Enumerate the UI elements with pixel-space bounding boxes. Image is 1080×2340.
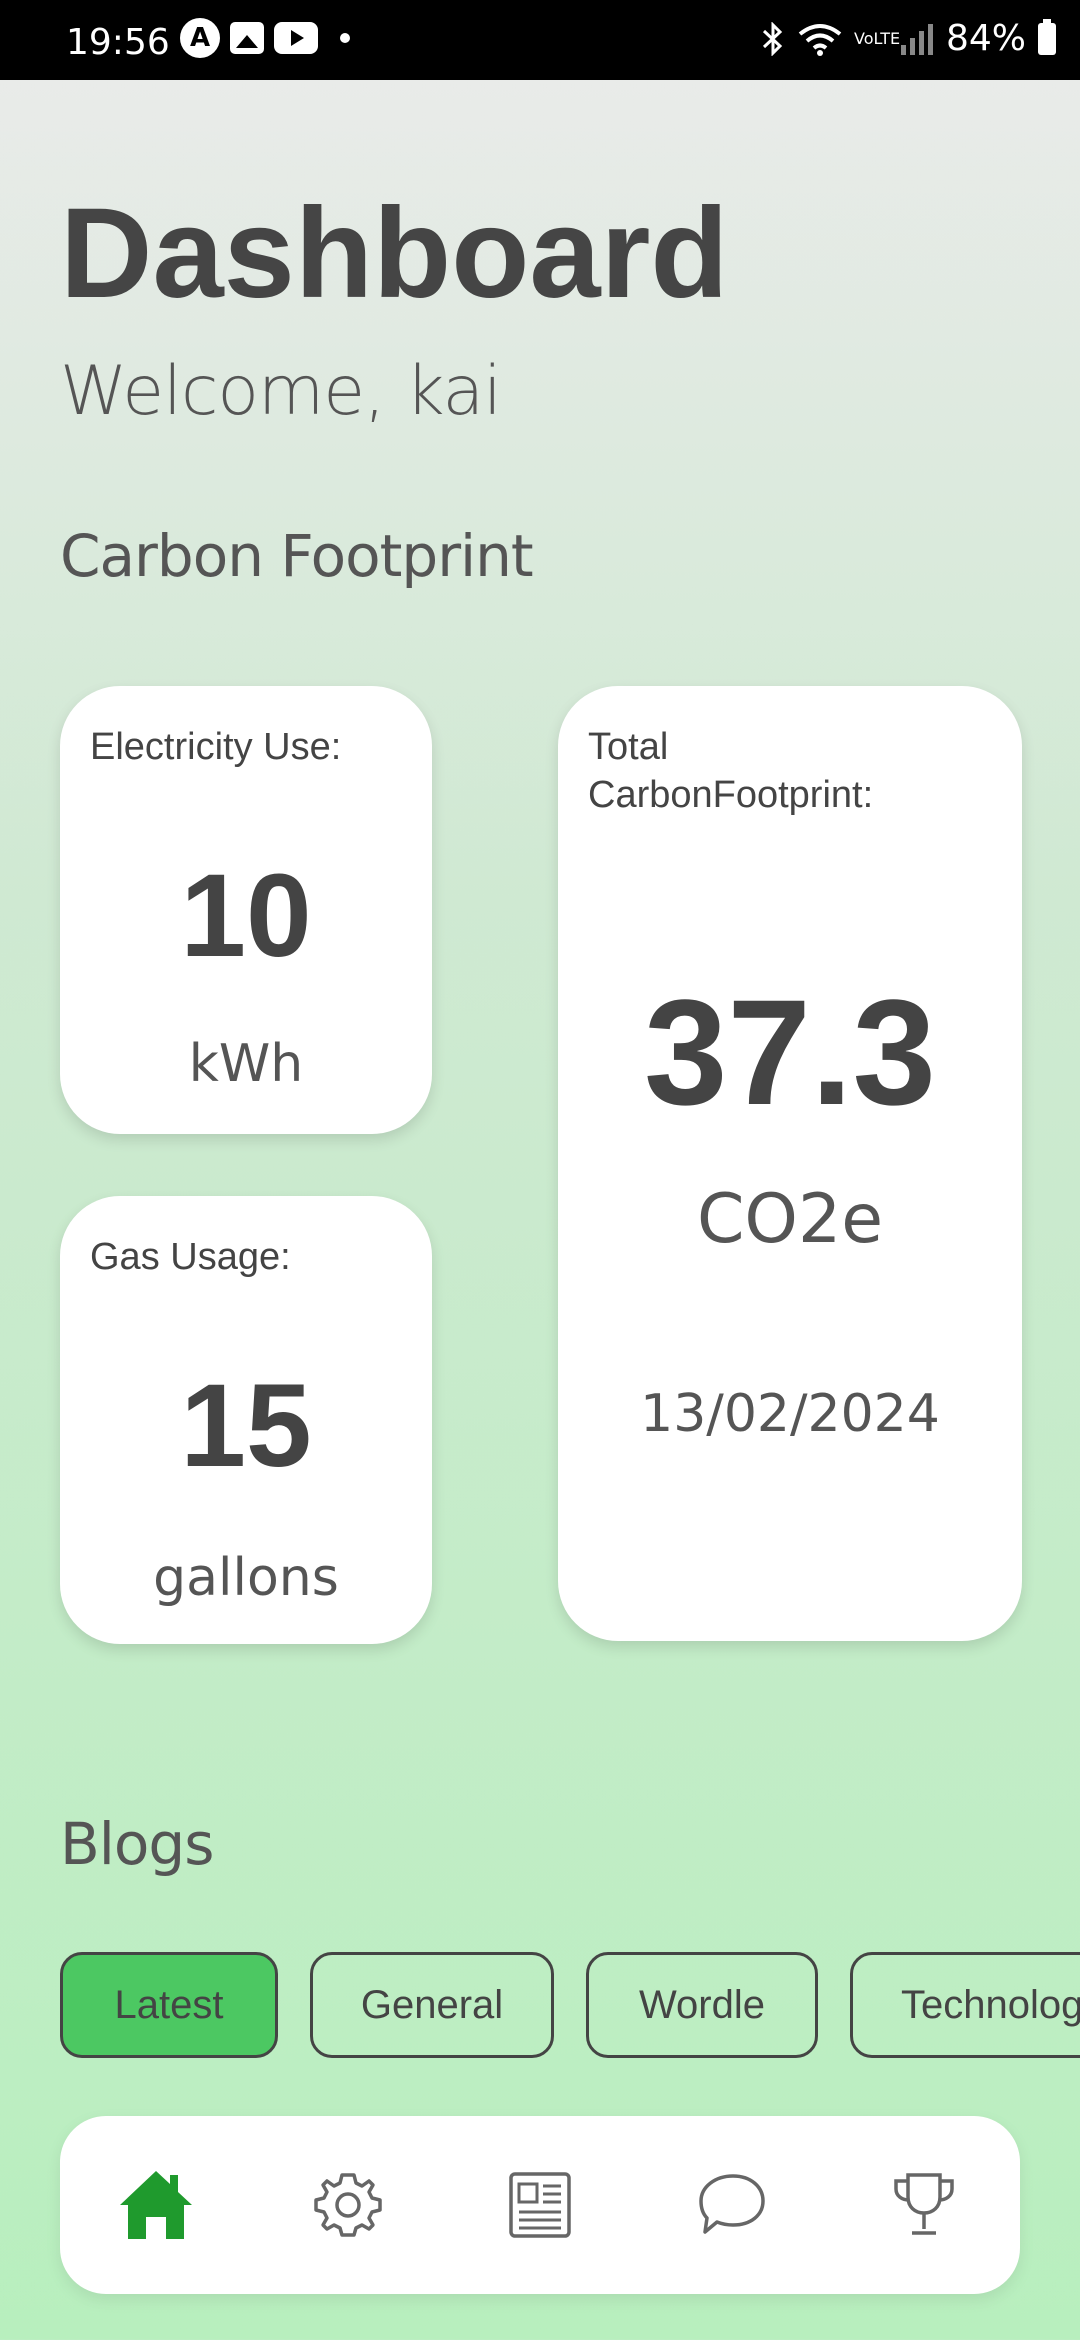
page-title: Dashboard bbox=[60, 182, 729, 325]
nav-settings[interactable] bbox=[298, 2155, 398, 2255]
nav-news[interactable] bbox=[490, 2155, 590, 2255]
notification-icons: A bbox=[180, 18, 350, 58]
electricity-card: Electricity Use: 10 kWh bbox=[60, 686, 432, 1134]
status-time: 19:56 bbox=[66, 22, 170, 63]
newspaper-icon bbox=[509, 2172, 571, 2238]
total-carbon-value: 37.3 bbox=[644, 968, 936, 1136]
welcome-text: Welcome, kai bbox=[60, 352, 502, 431]
gear-icon bbox=[314, 2173, 382, 2237]
battery-icon bbox=[1038, 18, 1056, 55]
electricity-value: 10 bbox=[180, 850, 312, 982]
nav-leaderboard[interactable] bbox=[874, 2155, 974, 2255]
system-icons: VoLTE 84% bbox=[760, 18, 1056, 59]
bluetooth-icon bbox=[762, 21, 783, 56]
gas-card: Gas Usage: 15 gallons bbox=[60, 1196, 432, 1644]
bottom-navigation bbox=[60, 2116, 1020, 2294]
electricity-unit: kWh bbox=[188, 1034, 304, 1094]
tab-latest[interactable]: Latest bbox=[60, 1952, 278, 2058]
gas-unit: gallons bbox=[153, 1548, 339, 1608]
gas-value: 15 bbox=[180, 1360, 312, 1492]
carbon-footprint-heading: Carbon Footprint bbox=[60, 522, 534, 590]
total-carbon-unit: CO2e bbox=[696, 1180, 884, 1259]
chat-icon bbox=[699, 2174, 765, 2234]
home-icon bbox=[120, 2171, 192, 2239]
total-carbon-label: Total CarbonFootprint: bbox=[588, 726, 874, 816]
status-bar: 19:56 A VoLTE 84% bbox=[0, 0, 1080, 80]
gallery-icon bbox=[230, 22, 264, 54]
total-carbon-date: 13/02/2024 bbox=[640, 1384, 940, 1444]
app-notification-icon: A bbox=[180, 18, 220, 58]
total-carbon-card: Total CarbonFootprint: 37.3 CO2e 13/02/2… bbox=[558, 686, 1022, 1641]
nav-home[interactable] bbox=[106, 2155, 206, 2255]
wifi-icon bbox=[798, 23, 842, 56]
signal-icon bbox=[900, 23, 933, 55]
trophy-icon bbox=[894, 2173, 954, 2235]
gas-label: Gas Usage: bbox=[90, 1236, 291, 1278]
network-type-label: VoLTE bbox=[853, 28, 901, 48]
tab-wordle[interactable]: Wordle bbox=[586, 1952, 818, 2058]
youtube-icon bbox=[274, 22, 318, 54]
blog-category-tabs: Latest General Wordle Technology bbox=[60, 1952, 1080, 2058]
more-notifications-icon bbox=[340, 33, 350, 43]
tab-technology[interactable]: Technology bbox=[850, 1952, 1080, 2058]
blogs-heading: Blogs bbox=[60, 1810, 214, 1878]
tab-general[interactable]: General bbox=[310, 1952, 554, 2058]
nav-chat[interactable] bbox=[682, 2155, 782, 2255]
battery-percent: 84% bbox=[945, 18, 1026, 59]
electricity-label: Electricity Use: bbox=[90, 726, 342, 768]
